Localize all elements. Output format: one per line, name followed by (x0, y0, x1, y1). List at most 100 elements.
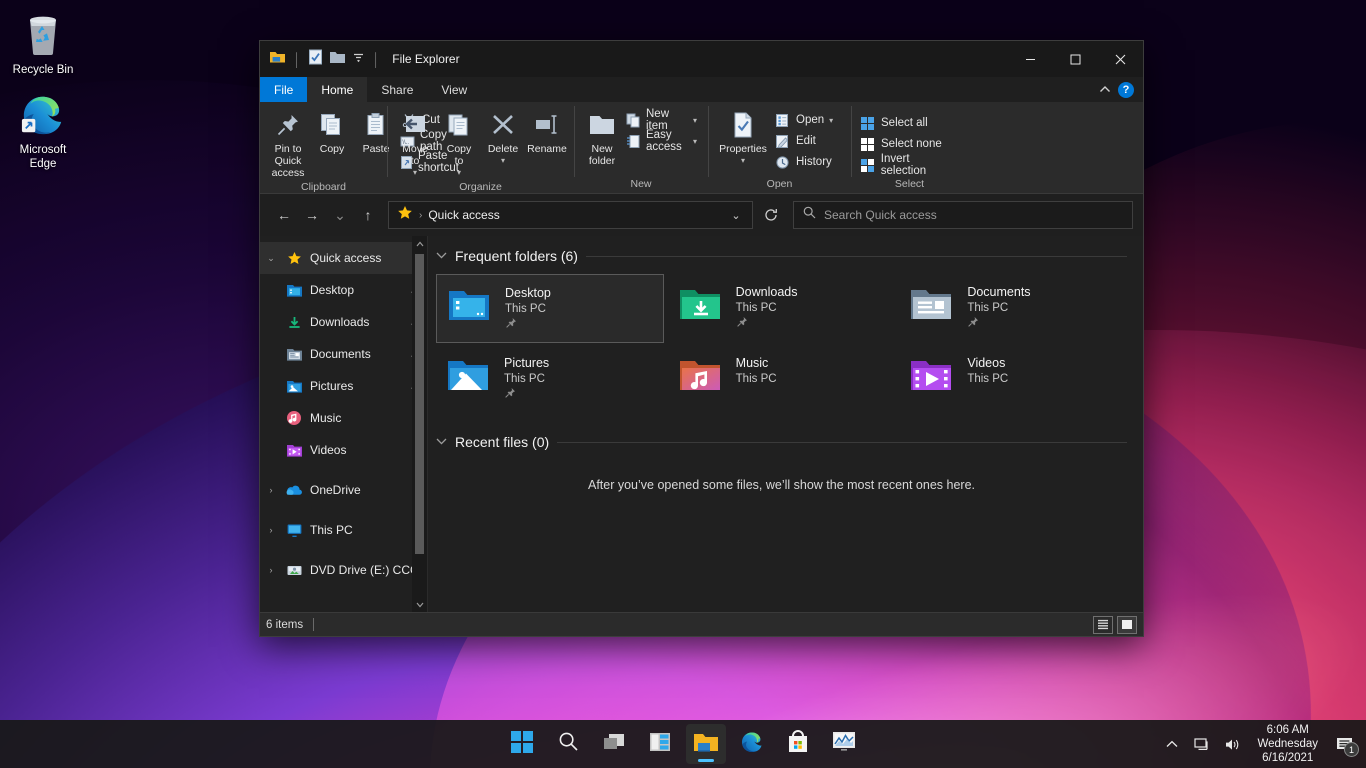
chevron-right-icon[interactable]: › (260, 485, 282, 495)
start-button[interactable] (502, 724, 542, 764)
nav-item-desktop[interactable]: Desktop (260, 274, 427, 306)
tab-share[interactable]: Share (367, 77, 427, 102)
chevron-down-icon[interactable]: ▾ (501, 155, 505, 167)
refresh-button[interactable] (757, 201, 785, 229)
copy-to-button[interactable]: Copy to ▾ (437, 107, 481, 181)
store-button[interactable] (778, 724, 818, 764)
nav-item-music[interactable]: Music (260, 402, 427, 434)
charts-app-button[interactable] (824, 724, 864, 764)
tab-home[interactable]: Home (307, 77, 367, 102)
breadcrumb[interactable]: Quick access (428, 208, 499, 222)
button-label: Invert selection (881, 153, 957, 177)
large-icons-view-button[interactable] (1117, 616, 1137, 634)
nav-item-pictures[interactable]: Pictures (260, 370, 427, 402)
new-item-button[interactable]: New item ▾ (624, 110, 702, 130)
forward-button[interactable]: → (298, 201, 326, 229)
close-button[interactable] (1098, 41, 1143, 77)
address-dropdown-button[interactable]: ⌄ (724, 202, 748, 228)
select-small-commands: Select all Select none Invert selection (857, 107, 962, 175)
chevron-right-icon[interactable]: › (260, 525, 282, 535)
scroll-down-button[interactable] (412, 597, 427, 612)
folder-tile-desktop[interactable]: Desktop This PC (436, 274, 664, 343)
task-view-button[interactable] (594, 724, 634, 764)
move-to-button[interactable]: Move to ▾ (393, 107, 437, 181)
edit-button[interactable]: Edit (772, 131, 838, 151)
history-icon (774, 155, 791, 170)
rename-button[interactable]: Rename (525, 107, 569, 157)
folder-tile-pictures[interactable]: Pictures This PC (436, 345, 664, 412)
pin-to-quick-access-button[interactable]: Pin to Quick access (266, 107, 310, 181)
network-icon[interactable] (1189, 724, 1215, 764)
minimize-button[interactable] (1008, 41, 1053, 77)
desktop-icon-microsoft-edge[interactable]: Microsoft Edge (5, 90, 81, 171)
search-button[interactable] (548, 724, 588, 764)
up-button[interactable]: ↑ (354, 201, 382, 229)
scroll-up-button[interactable] (412, 236, 427, 251)
folder-tile-music[interactable]: Music This PC (668, 345, 896, 412)
chevron-down-icon[interactable]: ▾ (457, 167, 461, 179)
properties-button[interactable]: Properties ▾ (714, 107, 772, 169)
nav-item-videos[interactable]: Videos (260, 434, 427, 466)
title-bar[interactable]: │ │ File Explorer (260, 41, 1143, 77)
folder-tile-downloads[interactable]: Downloads This PC (668, 274, 896, 343)
select-all-button[interactable]: Select all (857, 113, 962, 133)
new-folder-button[interactable]: New folder (580, 107, 624, 169)
clock[interactable]: 6:06 AM Wednesday 6/16/2021 (1249, 723, 1326, 765)
chevron-down-icon[interactable]: ⌄ (260, 253, 282, 264)
desktop-icon-recycle-bin[interactable]: Recycle Bin (5, 10, 81, 77)
chevron-down-icon[interactable]: ▾ (741, 155, 745, 167)
recent-files-header[interactable]: Recent files (0) (436, 434, 1127, 450)
tile-meta: Music This PC (736, 353, 777, 387)
content-pane[interactable]: Frequent folders (6) Desktop This PC (428, 236, 1143, 612)
folder-icon[interactable] (269, 49, 286, 69)
tab-file[interactable]: File (260, 77, 307, 102)
button-label: Open (796, 114, 824, 126)
nav-item-this-pc[interactable]: › This PC (260, 514, 427, 546)
notification-center-button[interactable]: 1 (1330, 724, 1360, 764)
open-button[interactable]: Open ▾ (772, 110, 838, 130)
chevron-down-icon[interactable]: ▾ (829, 116, 833, 125)
select-none-button[interactable]: Select none (857, 134, 962, 154)
recent-locations-button[interactable]: ⌄ (326, 201, 354, 229)
delete-button[interactable]: Delete ▾ (481, 107, 525, 169)
nav-item-quick-access[interactable]: ⌄ Quick access (260, 242, 427, 274)
search-box[interactable] (793, 201, 1133, 229)
folder-properties-icon[interactable] (308, 49, 323, 70)
scrollbar-thumb[interactable] (415, 254, 424, 554)
nav-item-onedrive[interactable]: › OneDrive (260, 474, 427, 506)
button-label: Copy (320, 143, 345, 155)
search-input[interactable] (824, 208, 1123, 222)
copy-button[interactable]: Copy (310, 107, 354, 157)
edge-button[interactable] (732, 724, 772, 764)
customize-qat-icon[interactable] (352, 50, 365, 68)
folder-tile-documents[interactable]: Documents This PC (899, 274, 1127, 343)
details-view-button[interactable] (1093, 616, 1113, 634)
documents-folder-icon (282, 347, 306, 362)
address-bar[interactable]: › Quick access ⌄ (388, 201, 753, 229)
chevron-down-icon[interactable]: ▾ (693, 116, 697, 125)
invert-selection-button[interactable]: Invert selection (857, 155, 962, 175)
back-button[interactable]: ← (270, 201, 298, 229)
file-explorer-button[interactable] (686, 724, 726, 764)
folder-tile-videos[interactable]: Videos This PC (899, 345, 1127, 412)
chevron-down-icon[interactable] (436, 251, 447, 261)
nav-item-documents[interactable]: Documents (260, 338, 427, 370)
nav-item-downloads[interactable]: Downloads (260, 306, 427, 338)
chevron-down-icon[interactable] (436, 437, 447, 447)
widgets-button[interactable] (640, 724, 680, 764)
frequent-folders-header[interactable]: Frequent folders (6) (436, 248, 1127, 264)
chevron-up-icon[interactable] (1099, 83, 1111, 97)
help-button[interactable]: ? (1118, 82, 1134, 98)
new-folder-icon[interactable] (329, 50, 346, 69)
history-button[interactable]: History (772, 152, 838, 172)
chevron-right-icon[interactable]: › (260, 565, 282, 575)
volume-icon[interactable] (1219, 724, 1245, 764)
navigation-pane-scrollbar[interactable] (412, 236, 427, 612)
easy-access-button[interactable]: Easy access ▾ (624, 131, 702, 151)
nav-item-dvd-drive[interactable]: › DVD Drive (E:) CCC (260, 554, 427, 586)
tab-view[interactable]: View (427, 77, 481, 102)
show-hidden-icons-button[interactable] (1159, 724, 1185, 764)
chevron-down-icon[interactable]: ▾ (413, 167, 417, 179)
maximize-button[interactable] (1053, 41, 1098, 77)
chevron-down-icon[interactable]: ▾ (693, 137, 697, 146)
